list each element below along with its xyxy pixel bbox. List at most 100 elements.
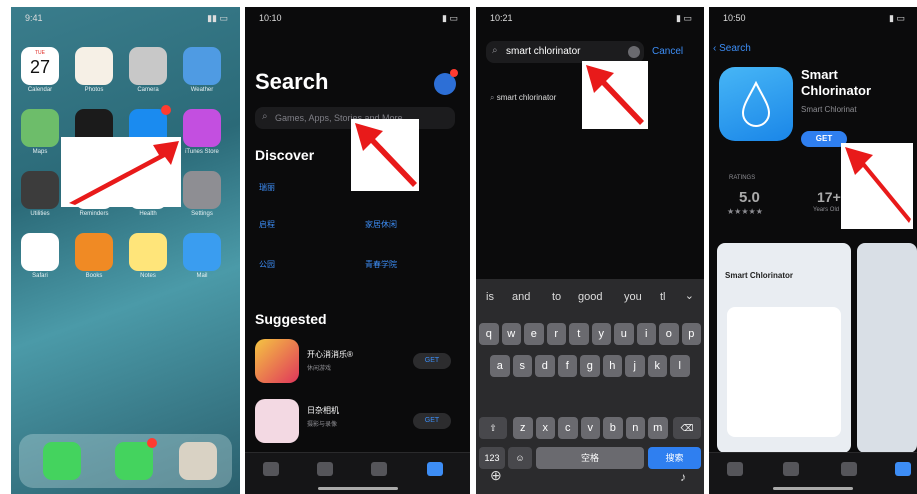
microphone-icon[interactable]: ♪: [680, 470, 686, 484]
key-a[interactable]: a: [490, 355, 510, 377]
messages-app-icon[interactable]: [115, 442, 153, 480]
key-f[interactable]: f: [557, 355, 577, 377]
search-typing-panel: 10:21 ▮ ▭ ⌕ smart chlorinator Cancel ⌕ s…: [476, 7, 704, 494]
back-button[interactable]: ‹ Search: [713, 43, 751, 54]
mail-app-icon[interactable]: [183, 233, 221, 271]
app-label: Utilities: [30, 211, 50, 217]
clear-icon[interactable]: [628, 46, 640, 58]
discover-item[interactable]: 家居休闲: [365, 219, 397, 230]
photos-app-icon[interactable]: [75, 47, 113, 85]
key-l[interactable]: l: [670, 355, 690, 377]
books-app-icon[interactable]: [75, 233, 113, 271]
space-key[interactable]: 空格: [536, 447, 644, 469]
safari-app-icon[interactable]: [21, 233, 59, 271]
cancel-button[interactable]: Cancel: [652, 46, 683, 57]
screenshot-preview[interactable]: Smart Chlorinator: [717, 243, 851, 453]
suggested-app-name: 日杂相机: [307, 406, 339, 415]
search-suggestion[interactable]: ⌕ smart chlorinator: [490, 93, 556, 103]
discover-item[interactable]: 青春学院: [365, 259, 397, 270]
today-tab-icon[interactable]: [727, 462, 743, 476]
notification-badge: [161, 105, 171, 115]
key-h[interactable]: h: [602, 355, 622, 377]
games-tab-icon[interactable]: [783, 462, 799, 476]
chevron-down-icon[interactable]: ⌄: [685, 289, 694, 302]
key-z[interactable]: z: [513, 417, 533, 439]
files-app-icon[interactable]: [179, 442, 217, 480]
emoji-icon[interactable]: ☺: [508, 447, 532, 469]
key-s[interactable]: s: [512, 355, 532, 377]
itunes-store-app-icon[interactable]: [183, 109, 221, 147]
discover-heading: Discover: [255, 147, 315, 163]
key-m[interactable]: m: [648, 417, 668, 439]
discover-item[interactable]: 瑞丽: [259, 182, 275, 193]
search-key[interactable]: 搜索: [648, 447, 701, 469]
suggested-app-category: 摄影与录像: [307, 422, 338, 428]
key-w[interactable]: w: [501, 323, 521, 345]
discover-item[interactable]: 启程: [259, 219, 275, 230]
key-o[interactable]: o: [659, 323, 679, 345]
suggested-app-name: 开心消消乐®: [307, 350, 353, 359]
shift-key[interactable]: ⇧: [479, 417, 507, 439]
key-p[interactable]: p: [681, 323, 701, 345]
word-suggestion[interactable]: and: [512, 291, 530, 303]
utilities-folder-icon[interactable]: [21, 171, 59, 209]
app-label: Notes: [140, 273, 156, 279]
get-button[interactable]: GET: [413, 413, 451, 429]
key-g[interactable]: g: [580, 355, 600, 377]
key-k[interactable]: k: [647, 355, 667, 377]
screenshot-preview[interactable]: [857, 243, 917, 453]
red-arrow-icon: [586, 65, 644, 125]
status-time: 9:41: [25, 13, 43, 23]
settings-app-icon[interactable]: [183, 171, 221, 209]
notes-app-icon[interactable]: [129, 233, 167, 271]
red-arrow-icon: [69, 141, 179, 205]
app-label: iTunes Store: [185, 149, 219, 155]
app-label: Books: [85, 273, 103, 279]
search-tab-icon[interactable]: [895, 462, 911, 476]
calendar-app-icon[interactable]: TUE 27: [21, 47, 59, 85]
status-time: 10:21: [490, 13, 513, 23]
key-i[interactable]: i: [636, 323, 656, 345]
app-label: Reminders: [79, 211, 109, 217]
screenshot-card: [727, 307, 841, 437]
key-t[interactable]: t: [569, 323, 589, 345]
key-d[interactable]: d: [535, 355, 555, 377]
suggested-app-icon[interactable]: [255, 399, 299, 443]
get-button[interactable]: GET: [413, 353, 451, 369]
app-label: Photos: [84, 87, 104, 93]
key-x[interactable]: x: [535, 417, 555, 439]
rating-stars: ★★★★★: [727, 207, 763, 216]
key-u[interactable]: u: [614, 323, 634, 345]
search-input[interactable]: ⌕ smart chlorinator: [486, 41, 644, 63]
key-y[interactable]: y: [591, 323, 611, 345]
globe-icon[interactable]: ⊕: [490, 467, 502, 484]
phone-app-icon[interactable]: [43, 442, 81, 480]
today-tab-icon[interactable]: [263, 462, 279, 476]
key-c[interactable]: c: [558, 417, 578, 439]
key-e[interactable]: e: [524, 323, 544, 345]
apps-tab-icon[interactable]: [841, 462, 857, 476]
key-n[interactable]: n: [625, 417, 645, 439]
suggested-app-icon[interactable]: [255, 339, 299, 383]
app-label: Calendar: [27, 87, 53, 93]
key-r[interactable]: r: [546, 323, 566, 345]
search-tab-icon[interactable]: [427, 462, 443, 476]
word-suggestion[interactable]: to: [552, 291, 561, 303]
word-suggestion[interactable]: is: [486, 291, 494, 303]
weather-app-icon[interactable]: [183, 47, 221, 85]
discover-item[interactable]: 公园: [259, 259, 275, 270]
red-arrow-icon: [845, 147, 911, 223]
games-tab-icon[interactable]: [317, 462, 333, 476]
backspace-key[interactable]: ⌫: [673, 417, 701, 439]
key-q[interactable]: q: [479, 323, 499, 345]
word-suggestion[interactable]: tl: [660, 291, 666, 303]
key-j[interactable]: j: [625, 355, 645, 377]
camera-app-icon[interactable]: [129, 47, 167, 85]
maps-app-icon[interactable]: [21, 109, 59, 147]
word-suggestion[interactable]: good: [578, 291, 602, 303]
numbers-key[interactable]: 123: [479, 447, 505, 469]
word-suggestion[interactable]: you: [624, 291, 642, 303]
key-v[interactable]: v: [580, 417, 600, 439]
key-b[interactable]: b: [603, 417, 623, 439]
apps-tab-icon[interactable]: [371, 462, 387, 476]
